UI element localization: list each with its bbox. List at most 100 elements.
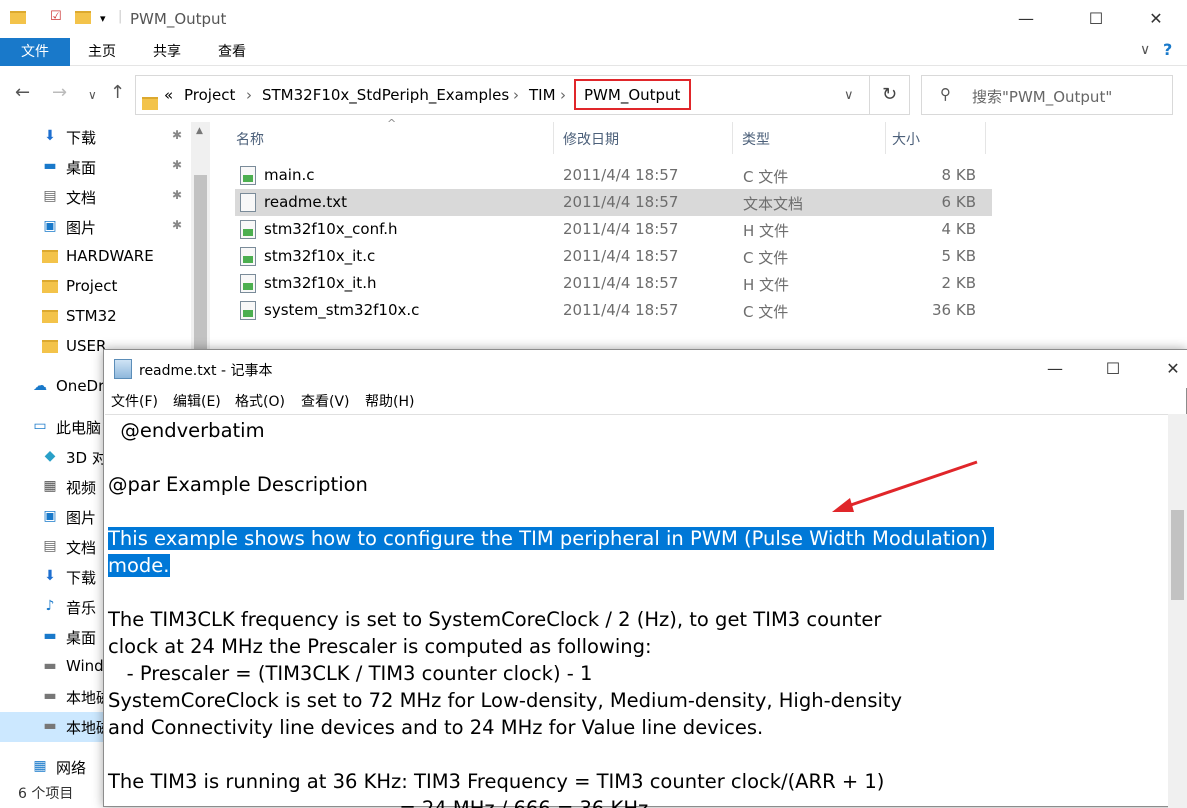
selected-text: mode. [108,554,170,577]
file-row[interactable]: stm32f10x_it.c 2011/4/4 18:57 C 文件 5 KB [235,243,992,270]
tab-share[interactable]: 共享 [137,38,197,66]
download-arrow-icon: ⬇ [44,568,56,584]
up-arrow-icon[interactable]: ↑ [110,82,125,103]
line-text: SystemCoreClock is set to 72 MHz for Low… [108,689,903,712]
text-line: The TIM3 is running at 36 KHz: TIM3 Freq… [108,768,884,795]
pin-icon[interactable]: ✱ [172,128,182,142]
quick-access-dropdown-icon[interactable]: ▾ [100,12,106,25]
file-row[interactable]: stm32f10x_it.h 2011/4/4 18:57 H 文件 2 KB [235,270,992,297]
notepad-text-area[interactable]: @endverbatim @par Example Description This… [105,414,1168,808]
nav-item[interactable]: HARDWARE [0,242,190,272]
nav-item-label: Project [66,277,118,295]
menu-help[interactable]: 帮助(H) [365,391,414,411]
notepad-maximize-button[interactable]: ☐ [1090,350,1136,388]
properties-check-icon[interactable]: ☑ [50,9,62,24]
network-icon: ▦ [33,758,47,774]
nav-item-label: 图片 [66,219,97,237]
nav-item[interactable]: ▣ 图片 ✱ [0,212,190,242]
folder-icon [42,248,58,264]
column-separator[interactable] [553,122,554,154]
breadcrumb-separator-icon: › [246,86,252,104]
file-size: 5 KB [941,247,976,265]
nav-item[interactable]: ▤ 文档 ✱ [0,182,190,212]
file-type: H 文件 [743,276,790,294]
file-row[interactable]: system_stm32f10x.c 2011/4/4 18:57 C 文件 36 K… [235,297,992,324]
tab-file[interactable]: 文件 [0,38,70,66]
menu-edit[interactable]: 编辑(E) [173,391,221,411]
column-header-date[interactable]: 修改日期 [563,129,619,149]
help-icon[interactable]: ? [1163,40,1172,59]
file-name: system_stm32f10x.c [264,301,420,319]
maximize-button[interactable]: ☐ [1073,0,1119,38]
text-file-icon [240,193,256,212]
recent-dropdown-icon[interactable]: ∨ [88,88,97,102]
file-row[interactable]: readme.txt 2011/4/4 18:57 文本文档 6 KB [235,189,992,216]
line-text: - Prescaler = (TIM3CLK / TIM3 counter cl… [108,662,593,685]
text-line: clock at 24 MHz the Prescaler is compute… [108,633,652,660]
nav-item-label: 视频 [66,479,97,497]
breadcrumb-project[interactable]: Project [184,86,235,104]
file-type: H 文件 [743,222,790,240]
item-count: 6 个项目 [18,786,74,802]
close-button[interactable]: ✕ [1133,0,1179,38]
file-name: stm32f10x_conf.h [264,220,398,238]
minimize-button[interactable]: — [1003,0,1049,38]
column-separator[interactable] [732,122,733,154]
column-header-size[interactable]: 大小 [892,129,920,149]
address-bar[interactable]: « Project › STM32F10x_StdPeriph_Examples… [135,75,870,115]
nav-item-label: 下载 [66,129,97,147]
breadcrumb-tim[interactable]: TIM [529,86,556,104]
picture-icon: ▣ [43,508,57,524]
column-header-type[interactable]: 类型 [742,129,770,149]
ribbon-expand-icon[interactable]: ∨ [1140,42,1150,58]
notepad-scrollbar-thumb[interactable] [1171,510,1184,600]
column-separator[interactable] [985,122,986,154]
line-text: clock at 24 MHz the Prescaler is compute… [108,635,652,658]
nav-item[interactable]: ⬇ 下载 ✱ [0,122,190,152]
file-row[interactable]: main.c 2011/4/4 18:57 C 文件 8 KB [235,162,992,189]
nav-item[interactable]: STM32 [0,302,190,332]
file-list: ^ 名称 修改日期 类型 大小 main.c 2011/4/4 18:57 C 文件… [210,117,1187,362]
notepad-menubar: 文件(F) 编辑(E) 格式(O) 查看(V) 帮助(H) [104,388,1187,414]
pin-icon[interactable]: ✱ [172,158,182,172]
forward-arrow-icon[interactable]: → [52,82,67,103]
ribbon-tabs: 文件 主页 共享 查看 ∨ ? [0,38,1187,66]
nav-item-label: 音乐 [66,599,97,617]
menu-file[interactable]: 文件(F) [111,391,158,411]
pin-icon[interactable]: ✱ [172,218,182,232]
notepad-minimize-button[interactable]: — [1032,350,1078,388]
breadcrumb-separator-icon: › [560,86,566,104]
search-box[interactable]: ⚲ 搜索"PWM_Output" [921,75,1173,115]
nav-item[interactable]: Project [0,272,190,302]
tab-view[interactable]: 查看 [202,38,262,66]
tab-home[interactable]: 主页 [72,38,132,66]
file-name: stm32f10x_it.c [264,247,376,265]
file-row[interactable]: stm32f10x_conf.h 2011/4/4 18:57 H 文件 4 KB [235,216,992,243]
menu-view[interactable]: 查看(V) [301,391,350,411]
notepad-close-button[interactable]: ✕ [1150,350,1187,388]
menu-format[interactable]: 格式(O) [235,391,285,411]
new-folder-icon[interactable] [75,9,91,28]
breadcrumb-pwm-output[interactable]: PWM_Output [574,79,691,110]
back-arrow-icon[interactable]: ← [15,82,30,103]
scroll-up-icon[interactable]: ▲ [196,126,203,136]
titlebar-separator: | [118,9,123,24]
file-size: 36 KB [932,301,976,319]
column-separator[interactable] [885,122,886,154]
file-type: C 文件 [743,303,789,321]
column-header-name[interactable]: 名称 [236,129,264,149]
nav-scrollbar-thumb[interactable] [194,175,207,355]
file-name: main.c [264,166,315,184]
notepad-scrollbar[interactable] [1168,414,1187,808]
breadcrumb-examples[interactable]: STM32F10x_StdPeriph_Examples [262,86,509,104]
nav-item[interactable]: ▬ 桌面 ✱ [0,152,190,182]
address-dropdown-icon[interactable]: ∨ [844,88,854,103]
address-overflow-chevron[interactable]: « [164,86,173,104]
search-placeholder[interactable]: 搜索"PWM_Output" [972,86,1112,107]
file-date: 2011/4/4 18:57 [563,193,679,211]
file-size: 2 KB [941,274,976,292]
desktop-icon: ▬ [43,628,57,644]
drive-icon: ▬ [43,688,57,704]
refresh-button[interactable]: ↻ [870,75,910,115]
pin-icon[interactable]: ✱ [172,188,182,202]
